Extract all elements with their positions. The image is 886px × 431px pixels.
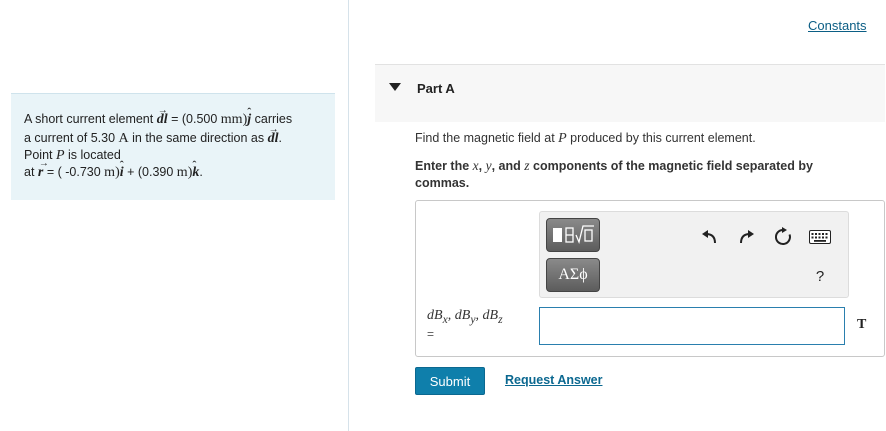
unit-vector-i: i bbox=[120, 156, 124, 182]
text: + (0.390 bbox=[123, 165, 177, 179]
r-vector: r bbox=[38, 154, 50, 182]
text: , and bbox=[491, 159, 525, 173]
question-instruction: Enter the x, y, and z components of the … bbox=[415, 157, 855, 192]
text: = (0.500 bbox=[171, 112, 221, 126]
text: is located bbox=[64, 148, 121, 162]
text: , dB bbox=[447, 308, 471, 323]
text: . bbox=[278, 131, 282, 145]
text: , dB bbox=[475, 308, 499, 323]
page: A short current element dl = (0.500 mm)j… bbox=[0, 0, 886, 431]
part-title: Part A bbox=[417, 81, 455, 96]
text: produced by this current element. bbox=[566, 131, 756, 145]
text: = ( -0.730 bbox=[43, 165, 105, 179]
templates-icon bbox=[553, 225, 594, 245]
question-prompt: Find the magnetic field at P produced by… bbox=[415, 131, 756, 147]
text: in the same direction as bbox=[128, 131, 268, 145]
collapse-caret-icon[interactable] bbox=[389, 83, 401, 91]
unit-vector-k: k bbox=[192, 156, 199, 182]
problem-line-1: A short current element dl = (0.500 mm)j… bbox=[24, 101, 335, 129]
point-p: P bbox=[55, 148, 65, 163]
redo-icon[interactable] bbox=[734, 225, 758, 249]
panel-divider bbox=[348, 0, 349, 431]
dl-vector: dl bbox=[157, 101, 168, 129]
keyboard-icon[interactable] bbox=[808, 225, 832, 249]
reset-icon[interactable] bbox=[771, 225, 795, 249]
unit-m: m bbox=[176, 165, 188, 180]
dl-vector: dl bbox=[268, 120, 279, 148]
text: at bbox=[24, 165, 38, 179]
answer-input[interactable] bbox=[539, 307, 845, 345]
unit-vector-j: j bbox=[247, 103, 251, 129]
text: dB bbox=[427, 308, 443, 323]
text: Find the magnetic field at bbox=[415, 131, 559, 145]
answer-unit: T bbox=[857, 317, 867, 332]
unit-ampere: A bbox=[118, 131, 129, 146]
math-toolbar: ΑΣϕ ? bbox=[539, 211, 849, 298]
problem-line-4: at r = ( -0.730 m)i + (0.390 m)k. bbox=[24, 154, 335, 182]
problem-statement: A short current element dl = (0.500 mm)j… bbox=[11, 93, 335, 200]
text: Enter the bbox=[415, 159, 473, 173]
problem-line-3: Point P is located bbox=[24, 148, 335, 163]
templates-button[interactable] bbox=[546, 218, 600, 252]
submit-button[interactable]: Submit bbox=[415, 367, 485, 395]
help-button[interactable]: ? bbox=[808, 264, 832, 288]
problem-line-2: a current of 5.30 A in the same directio… bbox=[24, 120, 335, 148]
answer-equals: = bbox=[427, 327, 435, 341]
text: . bbox=[199, 165, 203, 179]
answer-label: dBx, dBy, dBz bbox=[427, 308, 503, 326]
part-header[interactable]: Part A bbox=[375, 65, 885, 122]
request-answer-link[interactable]: Request Answer bbox=[505, 373, 602, 387]
undo-icon[interactable] bbox=[698, 225, 722, 249]
text: A short current element bbox=[24, 112, 154, 126]
unit-mm: mm bbox=[220, 112, 243, 127]
answer-box: ΑΣϕ ? dBx, dBy, dBz = T bbox=[415, 200, 885, 357]
point-p: P bbox=[558, 131, 567, 146]
subscript: z bbox=[498, 312, 503, 326]
constants-link[interactable]: Constants bbox=[808, 18, 867, 33]
symbols-button[interactable]: ΑΣϕ bbox=[546, 258, 600, 292]
unit-m: m bbox=[104, 165, 116, 180]
text: , bbox=[478, 159, 486, 173]
text: a current of 5.30 bbox=[24, 131, 119, 145]
